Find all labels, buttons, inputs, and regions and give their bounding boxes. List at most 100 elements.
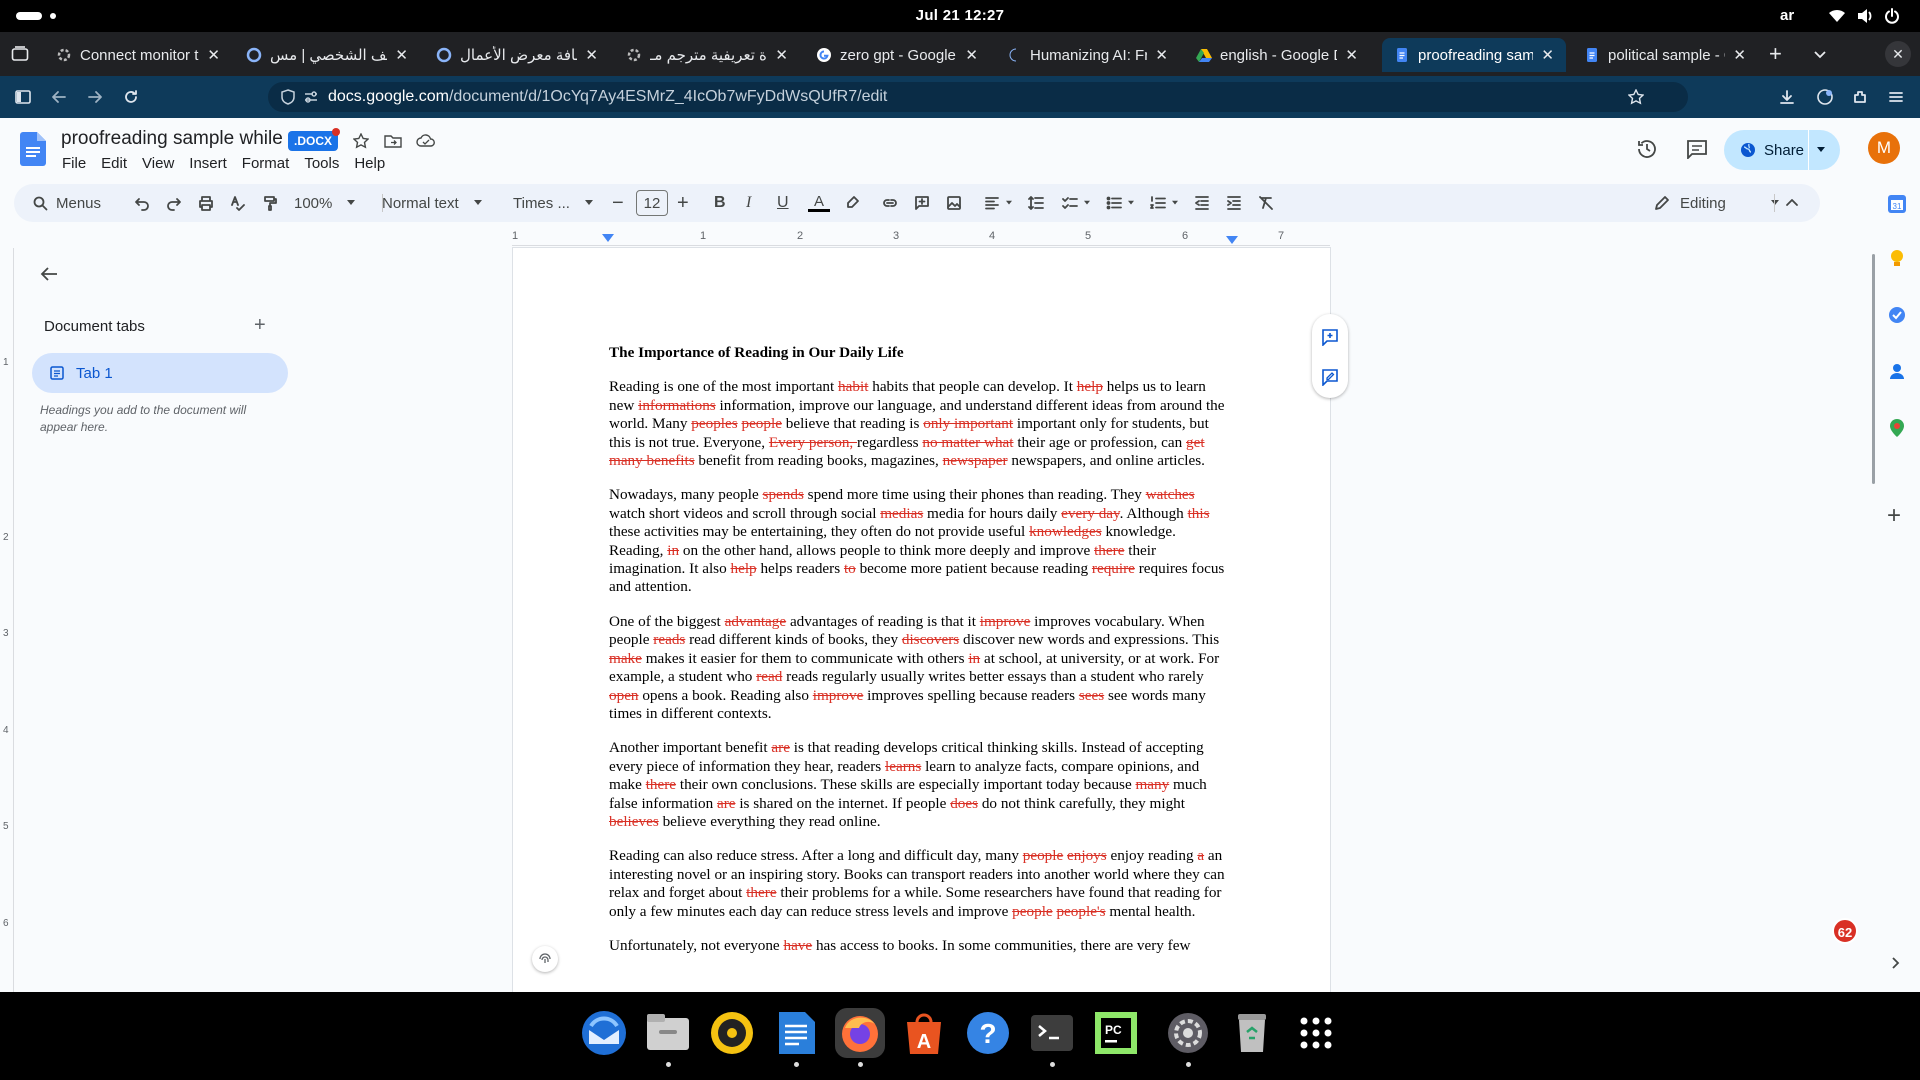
document-paragraphs[interactable]: Reading is one of the most important hab… — [609, 378, 1234, 955]
back-icon[interactable] — [51, 89, 67, 105]
suggested-deletion[interactable]: believes — [609, 813, 659, 830]
font-size-input[interactable]: 12 — [636, 190, 668, 216]
suggested-deletion[interactable]: this — [1188, 505, 1210, 522]
left-indent-marker-icon[interactable] — [602, 234, 614, 244]
cloud-status-icon[interactable] — [416, 133, 436, 149]
account-icon[interactable] — [1816, 88, 1834, 106]
close-icon[interactable]: ✕ — [965, 46, 978, 64]
close-icon[interactable]: ✕ — [1733, 46, 1746, 64]
close-icon[interactable]: ✕ — [775, 46, 788, 64]
dock-help[interactable]: ? — [963, 1008, 1013, 1058]
menu-insert[interactable]: Insert — [189, 155, 227, 172]
tasks-icon[interactable] — [1888, 306, 1906, 324]
menu-view[interactable]: View — [142, 155, 174, 172]
document-paragraph[interactable]: Reading is one of the most important hab… — [609, 378, 1234, 470]
tab-overview-icon[interactable] — [11, 46, 29, 62]
increase-font-size-button[interactable]: + — [677, 184, 689, 222]
insert-image-button[interactable] — [946, 184, 962, 222]
suggested-deletion[interactable]: improve — [980, 613, 1031, 630]
suggested-deletion[interactable]: medias — [880, 505, 923, 522]
suggested-deletion[interactable]: people — [741, 415, 781, 432]
suggested-deletion[interactable]: sees — [1079, 687, 1104, 704]
dock-trash[interactable] — [1227, 1008, 1277, 1058]
document-heading[interactable]: The Importance of Reading in Our Daily L… — [609, 344, 1234, 362]
text-color-button[interactable]: A — [808, 184, 830, 222]
new-tab-button[interactable]: + — [1769, 41, 1782, 67]
suggested-deletion[interactable]: peoples — [691, 415, 737, 432]
suggested-deletion[interactable]: watches — [1146, 486, 1195, 503]
close-icon[interactable]: ✕ — [395, 46, 408, 64]
document-title[interactable]: proofreading sample while — [61, 128, 283, 150]
shield-icon[interactable] — [280, 89, 296, 105]
site-info-icon[interactable] — [304, 90, 318, 104]
forward-icon[interactable] — [87, 89, 103, 105]
redo-button[interactable] — [166, 184, 182, 222]
underline-button[interactable]: U — [777, 184, 789, 222]
numbered-list-button[interactable] — [1150, 184, 1179, 222]
decrease-indent-button[interactable] — [1194, 184, 1210, 222]
print-button[interactable] — [198, 184, 214, 222]
document-body[interactable]: The Importance of Reading in Our Daily L… — [609, 344, 1234, 971]
docs-logo-icon[interactable] — [20, 132, 46, 166]
italic-button[interactable]: I — [746, 184, 751, 222]
menu-file[interactable]: File — [62, 155, 86, 172]
suggested-deletion[interactable]: are — [771, 739, 790, 756]
zoom-select[interactable]: 100% — [294, 184, 356, 222]
close-icon[interactable]: ✕ — [1541, 46, 1554, 64]
bulleted-list-button[interactable] — [1106, 184, 1135, 222]
menus-search[interactable]: Menus — [32, 184, 101, 222]
suggested-deletion[interactable]: make — [609, 650, 642, 667]
keyboard-language[interactable]: ar — [1780, 7, 1794, 24]
bold-button[interactable]: B — [714, 184, 726, 222]
reload-icon[interactable] — [123, 89, 139, 105]
address-bar[interactable]: docs.google.com/document/d/1OcYq7Ay4ESMr… — [268, 82, 1688, 112]
tab-connect-monitor[interactable]: Connect monitor to l ✕ — [44, 38, 232, 72]
suggested-deletion[interactable]: to — [844, 560, 856, 577]
suggested-deletion[interactable]: every day — [1061, 505, 1119, 522]
system-tray[interactable] — [1828, 8, 1900, 24]
add-comment-button[interactable] — [914, 184, 930, 222]
decrease-font-size-button[interactable]: − — [612, 184, 624, 222]
tab-zero-gpt[interactable]: zero gpt - Google Se ✕ — [804, 38, 990, 72]
add-comment-icon[interactable] — [1321, 328, 1339, 346]
tab-political-sample[interactable]: political sample - Go ✕ — [1572, 38, 1758, 72]
chevron-right-icon[interactable] — [1890, 956, 1902, 970]
right-indent-marker-icon[interactable] — [1226, 236, 1238, 246]
suggest-edits-icon[interactable] — [1321, 368, 1339, 386]
suggested-deletion[interactable]: only important — [923, 415, 1013, 432]
tab-translator-bio[interactable]: نبذة تعريفية مترجم مـ ✕ — [614, 38, 800, 72]
dock-firefox[interactable] — [835, 1008, 885, 1067]
keep-icon[interactable] — [1888, 248, 1906, 268]
undo-button[interactable] — [134, 184, 150, 222]
suggested-deletion[interactable]: no matter what — [922, 434, 1013, 451]
suggested-deletion[interactable]: people — [1023, 847, 1063, 864]
suggested-deletion[interactable]: enjoys — [1067, 847, 1107, 864]
checklist-button[interactable] — [1062, 184, 1091, 222]
maps-icon[interactable] — [1888, 418, 1906, 438]
editing-mode-select[interactable]: Editing — [1654, 184, 1794, 222]
dock-files[interactable] — [643, 1008, 693, 1067]
document-paragraph[interactable]: One of the biggest advantage advantages … — [609, 613, 1234, 723]
chevron-down-icon[interactable] — [1816, 146, 1826, 154]
style-select[interactable]: Normal text — [382, 184, 483, 222]
suggested-deletion[interactable]: informations — [638, 397, 716, 414]
sidebar-tab-1[interactable]: Tab 1 — [32, 353, 288, 393]
contacts-icon[interactable] — [1888, 362, 1906, 380]
spellcheck-button[interactable] — [230, 184, 246, 222]
suggested-deletion[interactable]: there — [746, 884, 776, 901]
suggested-deletion[interactable]: Every person, — [769, 434, 857, 451]
suggested-deletion[interactable]: people's — [1056, 903, 1105, 920]
suggested-deletion[interactable]: are — [717, 795, 736, 812]
document-paragraph[interactable]: Another important benefit are is that re… — [609, 739, 1234, 831]
document-page[interactable]: The Importance of Reading in Our Daily L… — [513, 248, 1330, 992]
tab-google-drive[interactable]: english - Google Dri ✕ — [1184, 38, 1370, 72]
suggested-deletion[interactable]: in — [667, 542, 679, 559]
download-icon[interactable] — [1779, 89, 1795, 105]
suggested-deletion[interactable]: advantage — [725, 613, 787, 630]
rail-scrollbar[interactable] — [1872, 254, 1875, 484]
dock-thunderbird[interactable] — [579, 1008, 629, 1058]
suggested-deletion[interactable]: read — [756, 668, 782, 685]
close-icon[interactable]: ✕ — [1155, 46, 1168, 64]
dock-show-apps[interactable] — [1291, 1008, 1341, 1058]
horizontal-ruler[interactable]: 1 1 2 3 4 5 6 7 — [512, 230, 1330, 246]
